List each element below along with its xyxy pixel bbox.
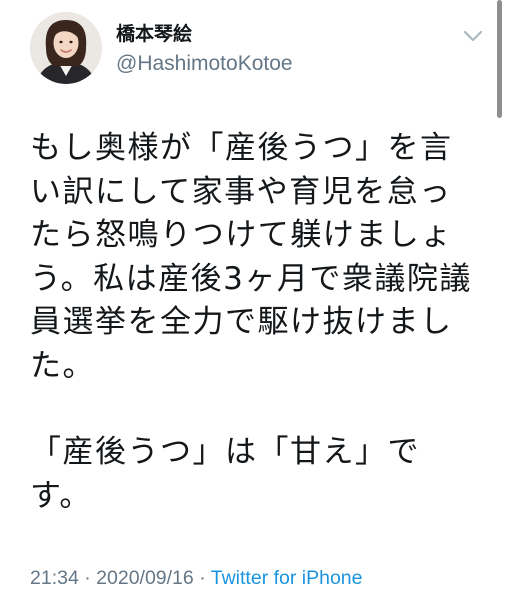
author-handle[interactable]: @HashimotoKotoe	[116, 50, 293, 78]
metadata-separator: ·	[84, 567, 91, 589]
tweet-text-paragraph: もし奥様が「産後うつ」を言い訳にして家事や育児を怠ったら怒鳴りつけて躾けましょう…	[30, 130, 472, 384]
tweet-text-paragraph: 「産後うつ」は「甘え」です。	[30, 434, 420, 514]
tweet-metadata: 21:34 · 2020/09/16 · Twitter for iPhone	[30, 566, 363, 590]
tweet-card: 橋本琴絵 @HashimotoKotoe もし奥様が「産後うつ」を言い訳にして家…	[0, 0, 506, 605]
tweet-author[interactable]: 橋本琴絵 @HashimotoKotoe	[116, 22, 293, 78]
tweet-source-link[interactable]: Twitter for iPhone	[211, 567, 363, 589]
tweet-time[interactable]: 21:34	[30, 567, 79, 589]
avatar-photo	[30, 12, 102, 84]
metadata-separator: ·	[199, 567, 206, 589]
chevron-down-icon[interactable]	[462, 28, 484, 42]
avatar[interactable]	[30, 12, 102, 84]
scrollbar[interactable]	[497, 0, 502, 118]
author-display-name[interactable]: 橋本琴絵	[116, 22, 293, 46]
tweet-date[interactable]: 2020/09/16	[96, 567, 194, 589]
